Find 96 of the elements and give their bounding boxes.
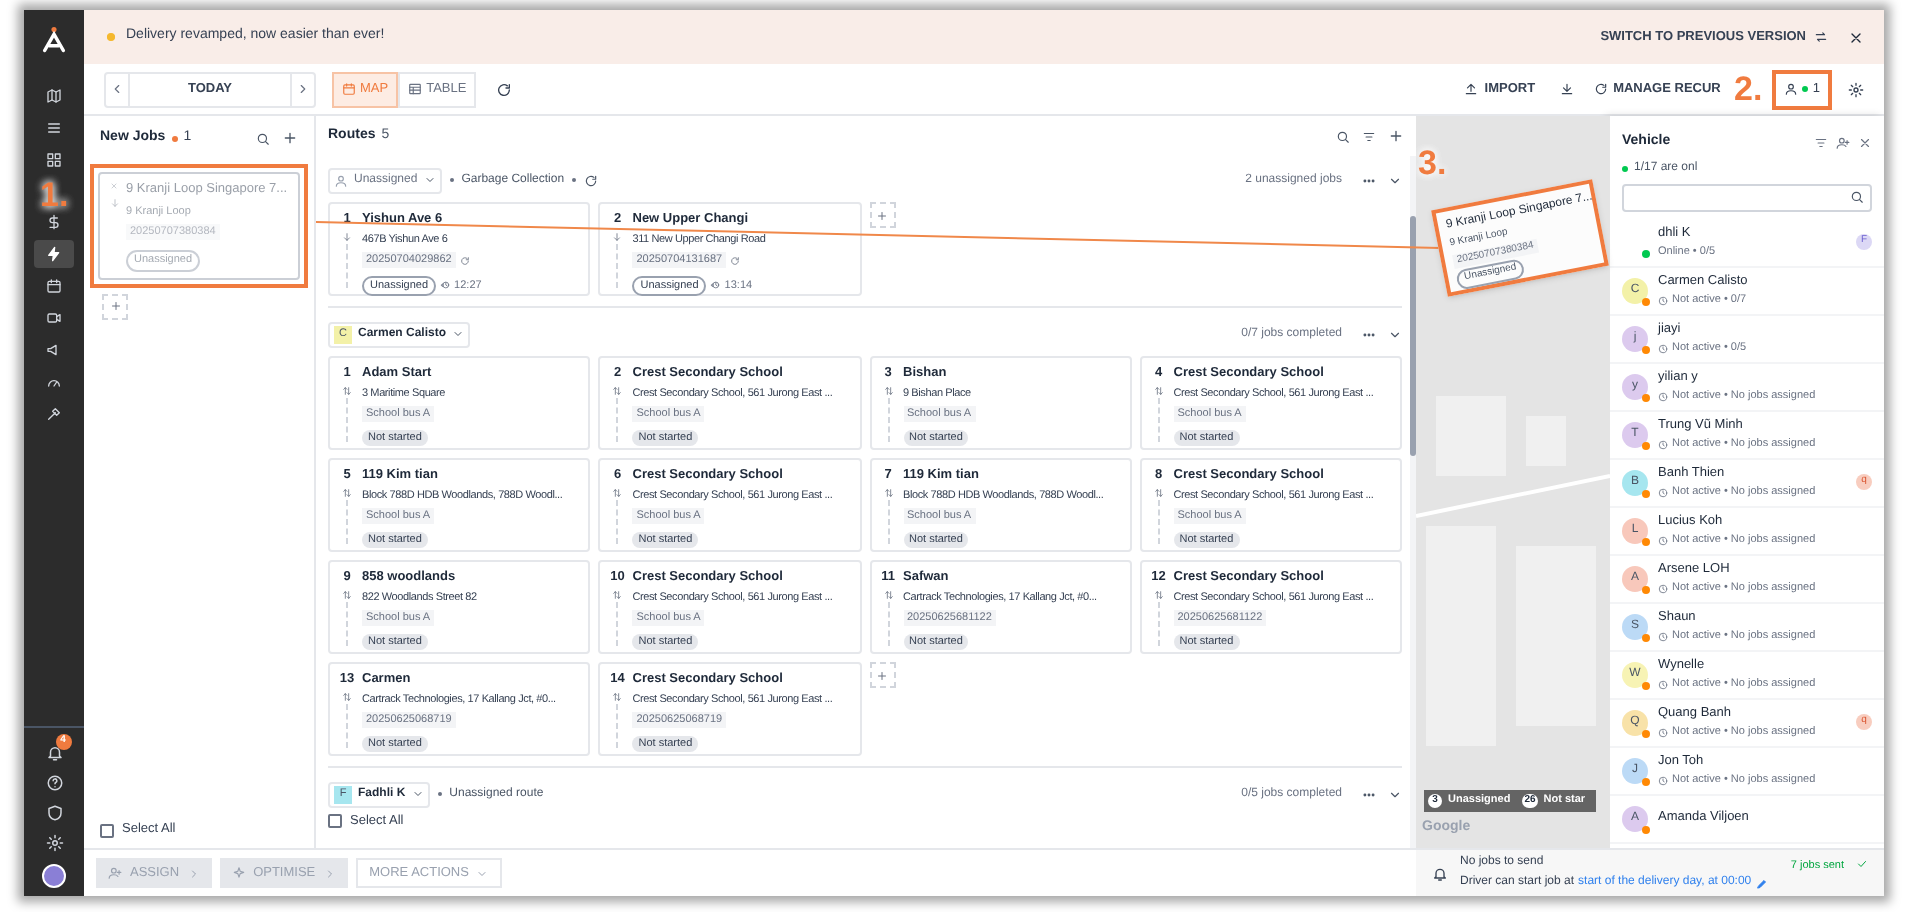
clock-icon — [1658, 679, 1668, 690]
chevron-right-icon — [323, 867, 336, 879]
step-label: 2. — [1734, 72, 1763, 106]
plus-icon[interactable] — [1388, 128, 1404, 144]
filter-icon[interactable] — [1362, 129, 1376, 143]
up-down-arrows-icon — [342, 385, 352, 396]
search-icon — [1850, 190, 1864, 204]
upload-icon — [1464, 82, 1479, 96]
pencil-icon[interactable] — [1755, 877, 1768, 889]
clock-icon — [1658, 535, 1668, 546]
checkbox[interactable] — [328, 814, 342, 829]
up-down-arrows-icon — [1153, 589, 1164, 600]
chevron-down-icon[interactable] — [1388, 327, 1402, 341]
scrollbar[interactable] — [1410, 156, 1416, 848]
chevron-left-icon[interactable] — [110, 82, 124, 96]
arrow-down-icon — [342, 231, 352, 242]
up-down-arrows-icon — [342, 589, 352, 600]
bolt-icon — [46, 246, 62, 262]
clock-icon — [1658, 391, 1668, 402]
chevron-down-icon[interactable] — [1388, 787, 1402, 801]
user-plus-icon — [108, 866, 122, 880]
megaphone-icon — [46, 342, 62, 358]
plus-icon[interactable] — [282, 130, 298, 146]
up-down-arrows-icon — [612, 691, 623, 702]
up-down-arrows-icon — [883, 487, 893, 498]
up-down-arrows-icon — [612, 487, 623, 498]
recurring-icon — [730, 255, 741, 266]
chevron-right-icon[interactable] — [296, 82, 310, 96]
search-icon[interactable] — [1336, 129, 1350, 143]
help-icon[interactable] — [45, 774, 63, 792]
plus-icon — [109, 300, 121, 312]
map-icon — [46, 88, 62, 104]
plus-icon — [876, 209, 888, 221]
sidebar-item[interactable] — [34, 240, 74, 268]
bell-icon[interactable] — [45, 744, 63, 762]
step-label: 1. — [40, 178, 69, 212]
chevron-down-icon[interactable] — [1388, 173, 1402, 187]
dollar-icon — [46, 214, 62, 230]
clock-icon — [1658, 487, 1668, 498]
refresh-icon — [1593, 82, 1608, 96]
up-down-arrows-icon — [342, 691, 352, 702]
arrow-down-icon — [612, 231, 623, 242]
list-icon — [46, 120, 62, 136]
clock-icon — [1658, 727, 1668, 738]
timer-icon — [710, 280, 721, 291]
timer-icon — [440, 280, 451, 291]
checkbox[interactable] — [100, 823, 114, 838]
close-icon[interactable] — [1848, 29, 1864, 45]
recurring-icon — [584, 173, 599, 187]
caret-icon — [476, 867, 489, 879]
sparkle-icon — [231, 866, 246, 880]
clock-icon — [1658, 343, 1668, 354]
logo-icon[interactable] — [40, 26, 68, 54]
sun-icon — [104, 30, 118, 44]
clock-icon — [1658, 295, 1668, 306]
recurring-icon — [459, 255, 470, 266]
person-icon — [334, 173, 348, 187]
video-icon — [46, 310, 62, 326]
tools-icon — [46, 406, 62, 422]
chevron-down-icon — [423, 174, 436, 186]
check-icon — [1856, 858, 1868, 870]
swap-icon[interactable] — [1814, 30, 1828, 44]
download-icon[interactable] — [1559, 82, 1574, 96]
up-down-arrows-icon — [883, 385, 893, 396]
calendar-icon — [46, 278, 62, 294]
refresh-icon[interactable] — [496, 81, 513, 97]
clock-icon — [1658, 631, 1668, 642]
grid-icon — [46, 152, 62, 168]
chevron-down-icon — [452, 328, 465, 340]
clock-icon — [1658, 583, 1668, 594]
person-icon — [1784, 82, 1799, 96]
table-icon — [408, 82, 423, 96]
up-down-arrows-icon — [612, 385, 623, 396]
close-icon — [110, 182, 118, 190]
up-down-arrows-icon — [883, 589, 893, 600]
plus-icon — [876, 669, 888, 681]
chevron-down-icon — [411, 788, 424, 800]
step-label: 3. — [1418, 146, 1447, 180]
up-down-arrows-icon — [1153, 385, 1164, 396]
clock-icon — [1658, 439, 1668, 450]
user-plus-icon[interactable] — [1836, 135, 1850, 150]
up-down-arrows-icon — [1153, 487, 1164, 498]
settings-icon[interactable] — [1848, 81, 1864, 97]
up-down-arrows-icon — [612, 589, 623, 600]
up-down-arrows-icon — [342, 487, 352, 498]
clock-icon — [1658, 775, 1668, 786]
bell-icon — [1432, 865, 1448, 881]
calendar-icon — [342, 82, 356, 96]
search-field[interactable] — [1622, 183, 1872, 211]
shield-icon[interactable] — [45, 804, 63, 822]
user-avatar[interactable] — [42, 864, 66, 888]
gauge-icon — [46, 374, 62, 390]
arrow-down-icon — [109, 198, 119, 208]
search-icon[interactable] — [256, 131, 270, 145]
chevron-right-icon — [187, 867, 200, 879]
filter-icon[interactable] — [1814, 135, 1828, 150]
